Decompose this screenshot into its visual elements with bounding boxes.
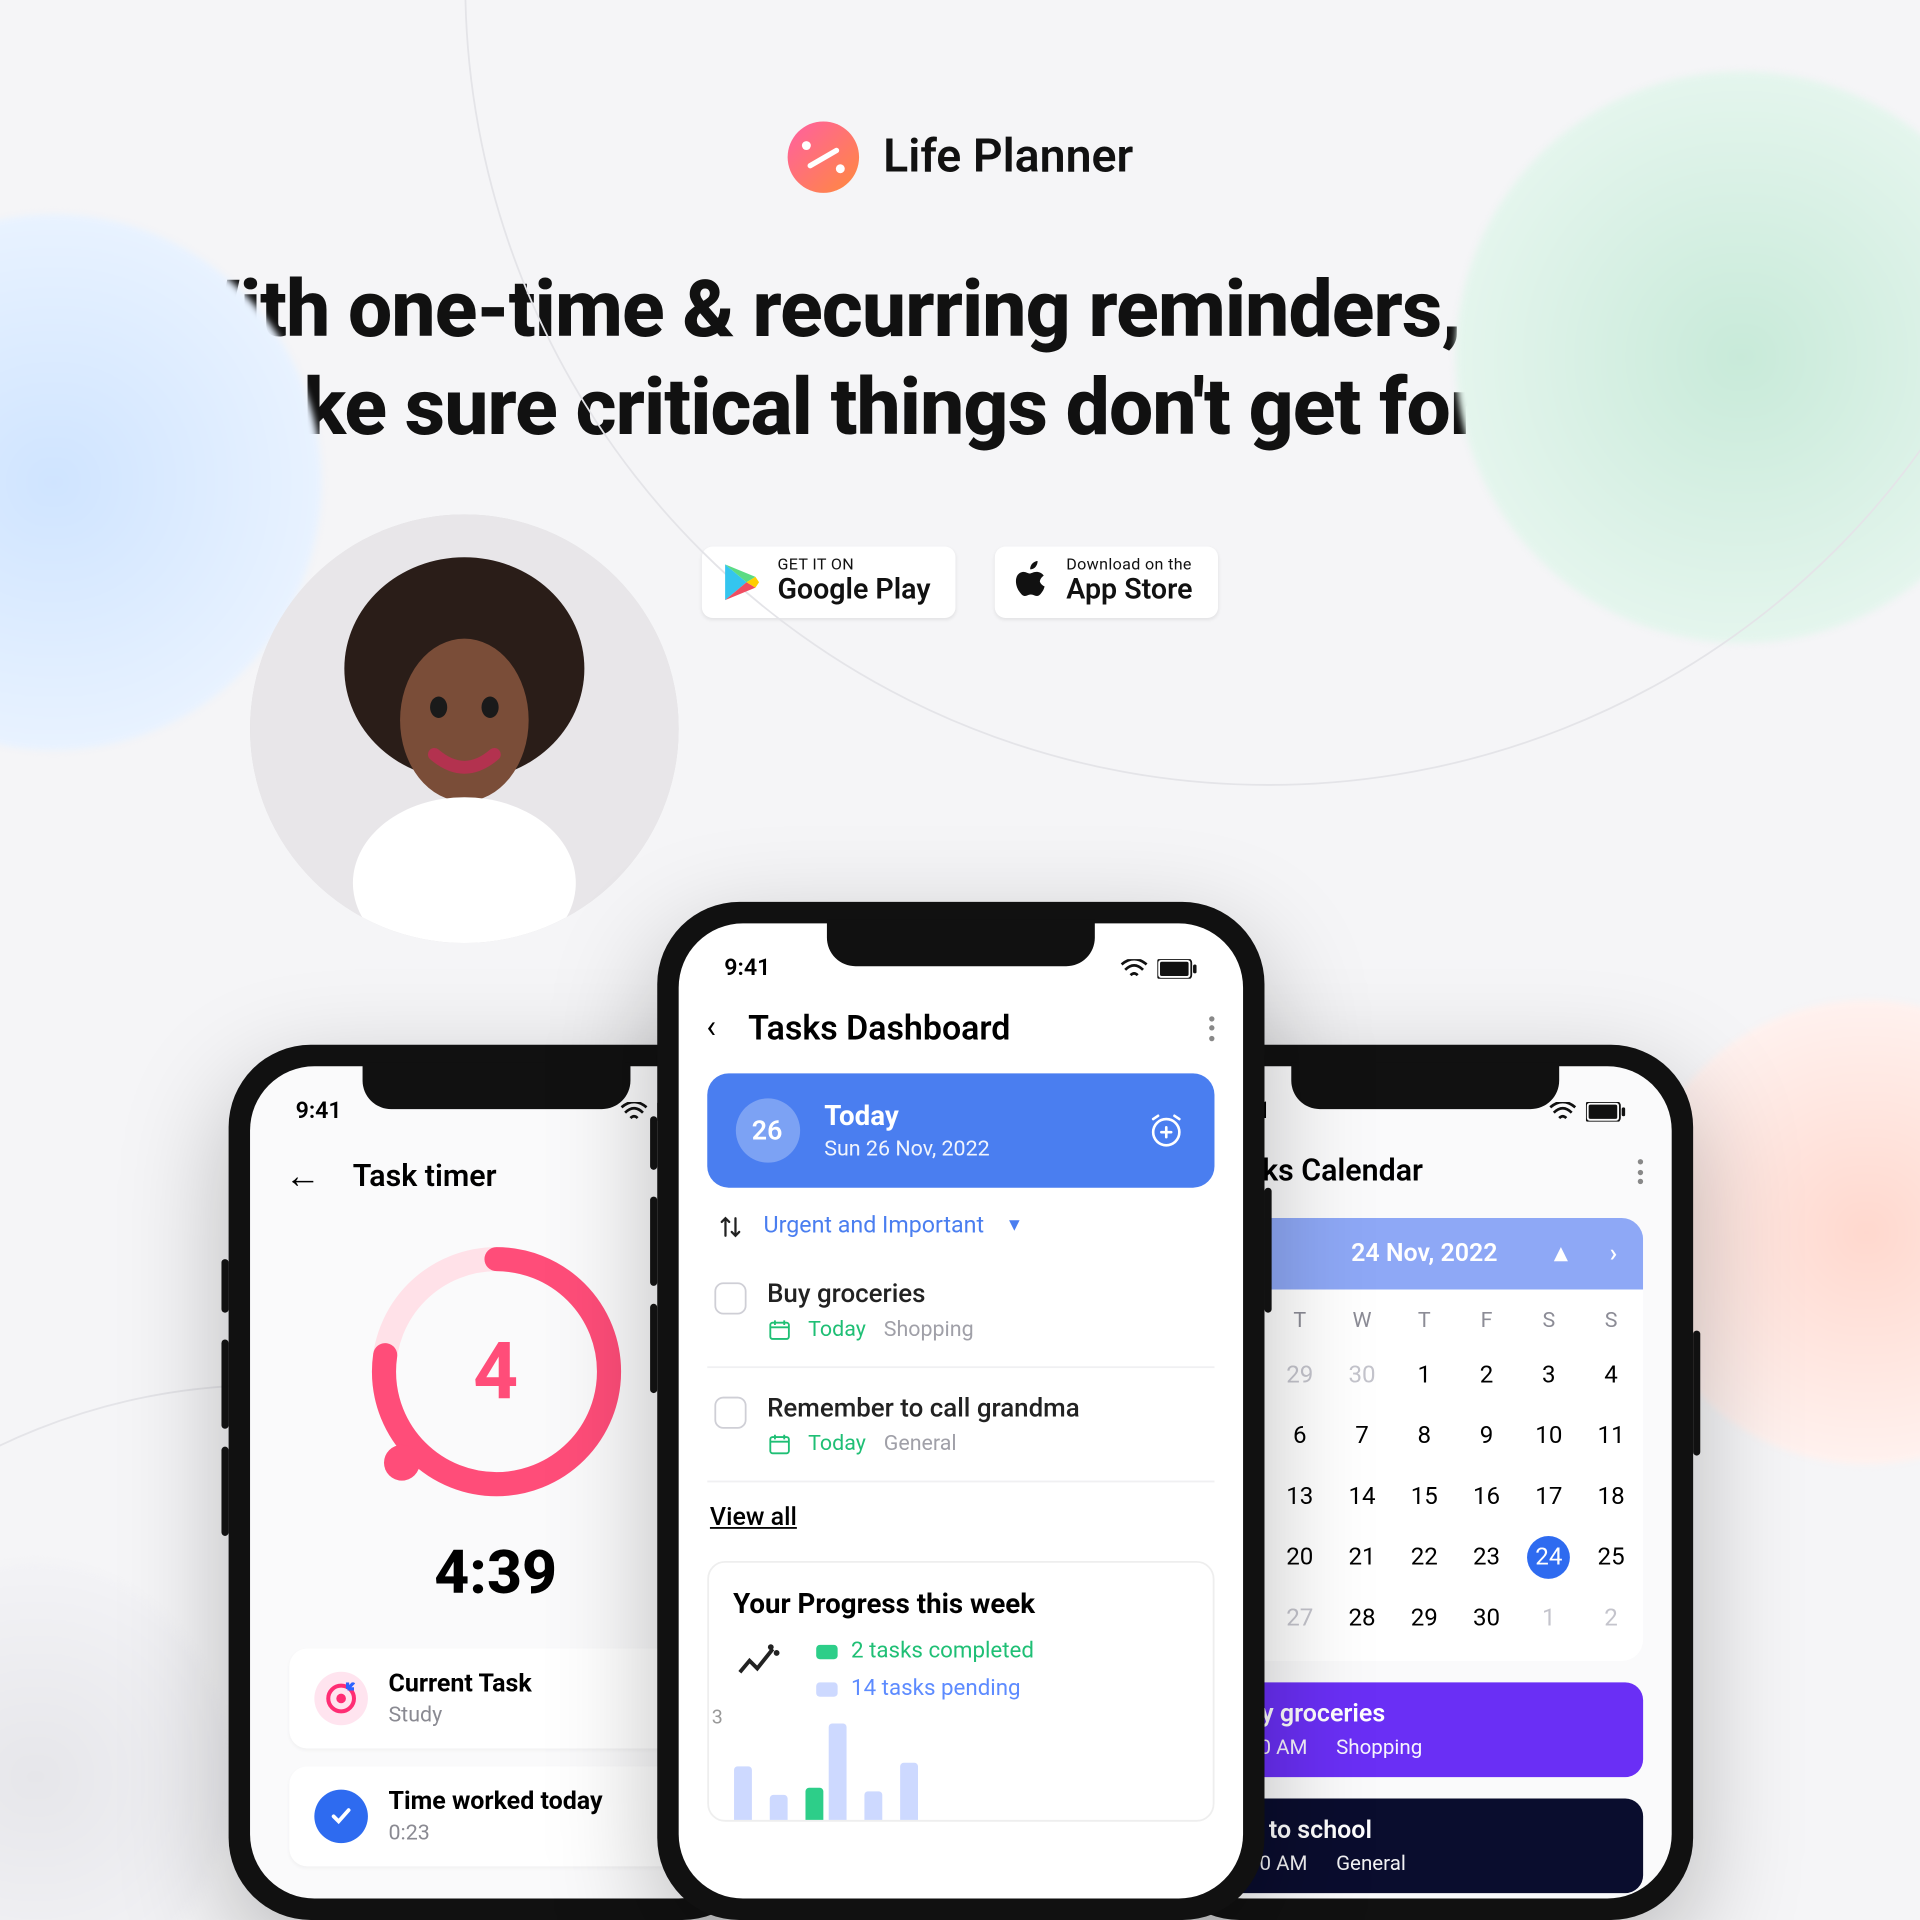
today-card[interactable]: 26 Today Sun 26 Nov, 2022: [706, 1073, 1213, 1187]
timer-circle: 4: [362, 1238, 630, 1506]
calendar-icon: [767, 1431, 790, 1454]
brand-logo-icon: [787, 121, 858, 192]
event-title: Buy groceries: [1231, 1700, 1617, 1729]
current-task-card[interactable]: Current Task Study: [288, 1648, 702, 1748]
progress-title: Your Progress this week: [733, 1588, 1187, 1620]
status-time: 9:41: [296, 1098, 342, 1125]
month-chip[interactable]: 24 Nov, 2022 ▴ ›: [1206, 1218, 1642, 1289]
wifi-icon: [619, 1102, 648, 1122]
checkbox[interactable]: [714, 1282, 746, 1314]
timer-title: Task timer: [353, 1158, 497, 1194]
checkbox[interactable]: [714, 1397, 746, 1429]
today-daynum: 26: [735, 1098, 799, 1162]
month-label: 24 Nov, 2022: [1351, 1239, 1498, 1268]
calendar-icon: [767, 1317, 790, 1340]
chevron-up-icon[interactable]: ▴: [1555, 1239, 1568, 1268]
legend-pending: 14 tasks pending: [851, 1675, 1021, 1702]
event-card[interactable]: Buy groceries 9:00 AMShopping: [1206, 1682, 1642, 1777]
view-all-link[interactable]: View all: [706, 1482, 800, 1561]
dashboard-title: Tasks Dashboard: [748, 1007, 1010, 1048]
current-task-label: Current Task: [388, 1670, 531, 1699]
task-title: Buy groceries: [767, 1279, 974, 1309]
y-axis-label: 3: [712, 1706, 723, 1729]
calendar-grid[interactable]: 2829301234 567891011 12131415161718 1920…: [1206, 1350, 1642, 1661]
today-date: Sun 26 Nov, 2022: [824, 1136, 989, 1161]
more-menu-icon[interactable]: [1637, 1159, 1642, 1184]
wifi-icon: [1548, 1102, 1577, 1122]
progress-bars: 3: [733, 1713, 1187, 1820]
event-cat: Shopping: [1336, 1734, 1422, 1759]
event-title: Go to school: [1231, 1816, 1617, 1845]
task-title: Remember to call grandma: [767, 1393, 1080, 1423]
target-icon: [313, 1672, 367, 1726]
current-task-value: Study: [388, 1702, 531, 1727]
check-circle-icon: [313, 1790, 367, 1844]
calendar-dow: M TWTFSS: [1206, 1289, 1642, 1350]
back-chevron-icon[interactable]: ‹: [706, 1009, 716, 1047]
avatar: [250, 514, 679, 943]
alarm-add-icon[interactable]: [1146, 1111, 1185, 1150]
sort-icon[interactable]: [717, 1214, 742, 1239]
timer-time: 4:39: [278, 1538, 714, 1609]
worked-label: Time worked today: [388, 1788, 602, 1817]
event-card[interactable]: Go to school 9:50 AMGeneral: [1206, 1799, 1642, 1894]
wifi-icon: [1119, 959, 1148, 979]
bg-ring: [464, 0, 1920, 786]
worked-value: 0:23: [388, 1820, 602, 1845]
task-item[interactable]: Buy groceries Today Shopping: [706, 1254, 1213, 1368]
task-cat: Shopping: [884, 1316, 974, 1341]
battery-icon: [1585, 1102, 1624, 1122]
phone-center: 9:41 ‹ Tasks Dashboard 26 Today Sun 26 N: [656, 902, 1263, 1920]
status-time: 9:41: [724, 956, 770, 983]
timer-count: 4: [473, 1325, 518, 1418]
task-item[interactable]: Remember to call grandma Today General: [706, 1368, 1213, 1482]
chevron-right-icon[interactable]: ›: [1610, 1239, 1618, 1268]
filter-label[interactable]: Urgent and Important: [764, 1213, 985, 1240]
progress-card: Your Progress this week 2 tasks complete…: [706, 1561, 1213, 1822]
event-cat: General: [1336, 1850, 1406, 1875]
trend-icon: [733, 1641, 779, 1687]
legend-done: 2 tasks completed: [851, 1638, 1034, 1665]
task-cat: General: [884, 1431, 957, 1456]
more-menu-icon[interactable]: [1208, 1015, 1213, 1040]
google-play-icon: [720, 561, 763, 604]
task-when: Today: [808, 1431, 866, 1456]
battery-icon: [1156, 959, 1195, 979]
worked-today-card[interactable]: Time worked today 0:23: [288, 1766, 702, 1866]
calendar-widget: 24 Nov, 2022 ▴ › M TWTFSS 2829301234 567…: [1206, 1218, 1642, 1661]
back-arrow-icon[interactable]: ←: [285, 1154, 321, 1199]
task-when: Today: [808, 1316, 866, 1341]
chevron-down-icon[interactable]: ▼: [1006, 1216, 1024, 1236]
today-label: Today: [824, 1100, 989, 1132]
